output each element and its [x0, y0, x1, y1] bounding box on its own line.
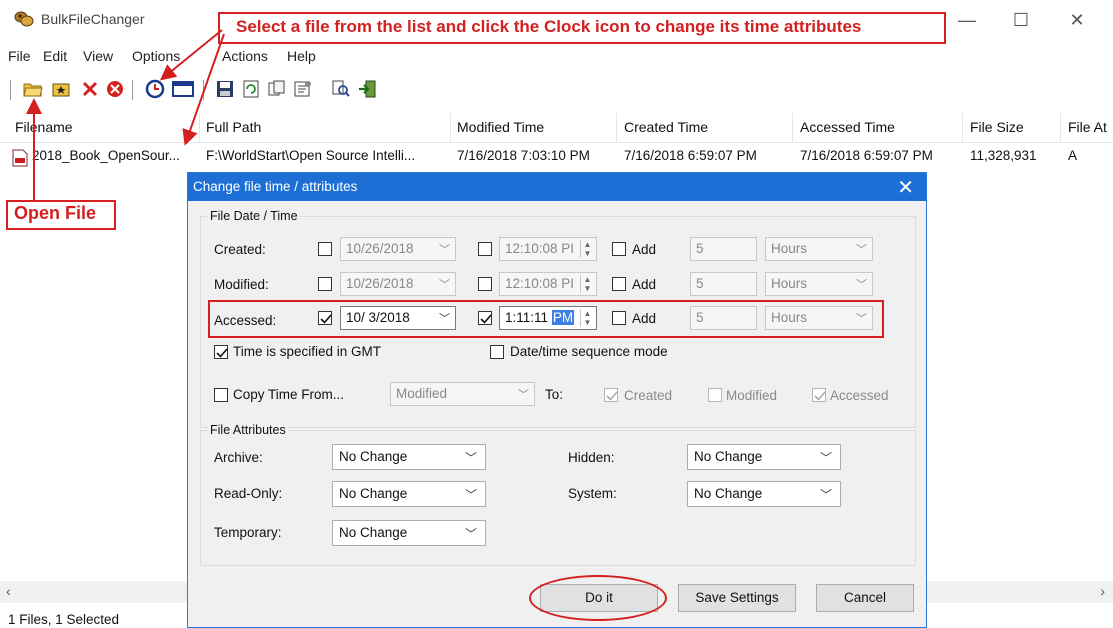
chevron-down-icon: ﹀ — [439, 244, 450, 256]
modified-add-checkbox[interactable] — [612, 277, 626, 291]
modified-add-unit-value: Hours — [771, 276, 808, 291]
modified-time-value: 12:10:08 PI — [505, 276, 575, 291]
hidden-value: No Change — [694, 449, 763, 464]
modified-label: Modified: — [214, 277, 269, 292]
accessed-date-value: 10/ 3/2018 — [346, 310, 410, 325]
change-file-time-dialog: Change file time / attributes ✕ File Dat… — [187, 172, 927, 628]
do-it-highlight — [529, 575, 667, 621]
created-date-picker[interactable]: 10/26/2018 ﹀ — [340, 237, 456, 261]
accessed-add-label: Add — [632, 311, 657, 326]
created-add-label: Add — [632, 242, 657, 257]
copy-time-from-select[interactable]: Modified ﹀ — [390, 382, 535, 406]
created-add-amount-value: 5 — [696, 241, 704, 256]
system-label: System: — [568, 486, 617, 501]
spinner-icon[interactable]: ▲ ▼ — [580, 240, 594, 258]
copy-time-from-label: Copy Time From... — [233, 387, 345, 402]
accessed-add-checkbox[interactable] — [612, 311, 626, 325]
created-time-picker[interactable]: 12:10:08 PI ▲ ▼ — [499, 237, 597, 261]
archive-value: No Change — [339, 449, 408, 464]
read-only-select[interactable]: No Change ﹀ — [332, 481, 486, 507]
sequence-mode-label: Date/time sequence mode — [510, 344, 668, 359]
to-label: To: — [545, 387, 564, 402]
created-add-unit-value: Hours — [771, 241, 808, 256]
system-value: No Change — [694, 486, 763, 501]
system-select[interactable]: No Change ﹀ — [687, 481, 841, 507]
accessed-add-unit-value: Hours — [771, 310, 808, 325]
created-label: Created: — [214, 242, 266, 257]
modified-date-checkbox[interactable] — [318, 277, 332, 291]
chevron-down-icon: ﹀ — [464, 527, 477, 541]
modified-add-amount[interactable]: 5 — [690, 272, 757, 296]
modified-add-unit[interactable]: Hours ﹀ — [765, 272, 873, 296]
modified-add-label: Add — [632, 277, 657, 292]
temporary-value: No Change — [339, 525, 408, 540]
copy-time-from-value: Modified — [396, 386, 448, 401]
copy-time-from-checkbox[interactable] — [214, 388, 228, 402]
hidden-label: Hidden: — [568, 450, 615, 465]
sequence-mode-checkbox[interactable] — [490, 345, 504, 359]
created-add-checkbox[interactable] — [612, 242, 626, 256]
modified-date-picker[interactable]: 10/26/2018 ﹀ — [340, 272, 456, 296]
accessed-time-picker[interactable]: 1:11:11 PM ▲ ▼ — [499, 306, 597, 330]
file-attributes-label: File Attributes — [208, 423, 288, 437]
archive-label: Archive: — [214, 450, 263, 465]
accessed-time-ampm[interactable]: PM — [551, 310, 575, 325]
chevron-down-icon: ﹀ — [439, 279, 450, 291]
modified-time-picker[interactable]: 12:10:08 PI ▲ ▼ — [499, 272, 597, 296]
hidden-select[interactable]: No Change ﹀ — [687, 444, 841, 470]
dialog-title: Change file time / attributes — [193, 179, 358, 194]
accessed-time-checkbox[interactable] — [478, 311, 492, 325]
modified-date-value: 10/26/2018 — [346, 276, 414, 291]
to-accessed-checkbox[interactable] — [812, 388, 826, 402]
accessed-add-unit[interactable]: Hours ﹀ — [765, 306, 873, 330]
created-date-value: 10/26/2018 — [346, 241, 414, 256]
file-date-time-label: File Date / Time — [208, 209, 300, 223]
accessed-date-checkbox[interactable] — [318, 311, 332, 325]
to-created-checkbox[interactable] — [604, 388, 618, 402]
chevron-down-icon: ﹀ — [819, 451, 832, 465]
created-date-checkbox[interactable] — [318, 242, 332, 256]
modified-add-amount-value: 5 — [696, 276, 704, 291]
accessed-date-picker[interactable]: 10/ 3/2018 ﹀ — [340, 306, 456, 330]
modified-time-checkbox[interactable] — [478, 277, 492, 291]
accessed-label: Accessed: — [214, 313, 277, 328]
spinner-icon[interactable]: ▲ ▼ — [580, 275, 594, 293]
chevron-down-icon: ﹀ — [819, 488, 832, 502]
spinner-icon[interactable]: ▲ ▼ — [580, 309, 594, 327]
dialog-title-bar: Change file time / attributes ✕ — [188, 173, 926, 201]
gmt-checkbox[interactable] — [214, 345, 228, 359]
chevron-down-icon: ﹀ — [439, 313, 450, 325]
gmt-label: Time is specified in GMT — [233, 344, 382, 359]
cancel-button[interactable]: Cancel — [816, 584, 914, 612]
accessed-add-amount[interactable]: 5 — [690, 306, 757, 330]
temporary-select[interactable]: No Change ﹀ — [332, 520, 486, 546]
to-modified-checkbox[interactable] — [708, 388, 722, 402]
read-only-value: No Change — [339, 486, 408, 501]
chevron-down-icon: ﹀ — [464, 488, 477, 502]
accessed-add-amount-value: 5 — [696, 310, 704, 325]
to-modified-label: Modified — [726, 388, 778, 403]
chevron-down-icon: ﹀ — [518, 389, 529, 401]
chevron-down-icon: ﹀ — [856, 313, 867, 325]
read-only-label: Read-Only: — [214, 486, 283, 501]
to-accessed-label: Accessed — [830, 388, 889, 403]
created-time-value: 12:10:08 PI — [505, 241, 575, 256]
created-add-amount[interactable]: 5 — [690, 237, 757, 261]
to-created-label: Created — [624, 388, 673, 403]
archive-select[interactable]: No Change ﹀ — [332, 444, 486, 470]
chevron-down-icon: ﹀ — [856, 244, 867, 256]
chevron-down-icon: ﹀ — [856, 279, 867, 291]
created-time-checkbox[interactable] — [478, 242, 492, 256]
temporary-label: Temporary: — [214, 525, 282, 540]
save-settings-button[interactable]: Save Settings — [678, 584, 796, 612]
dialog-close-button[interactable]: ✕ — [897, 175, 914, 200]
accessed-time-value: 1:11:11 — [505, 310, 549, 325]
chevron-down-icon: ﹀ — [464, 451, 477, 465]
created-add-unit[interactable]: Hours ﹀ — [765, 237, 873, 261]
